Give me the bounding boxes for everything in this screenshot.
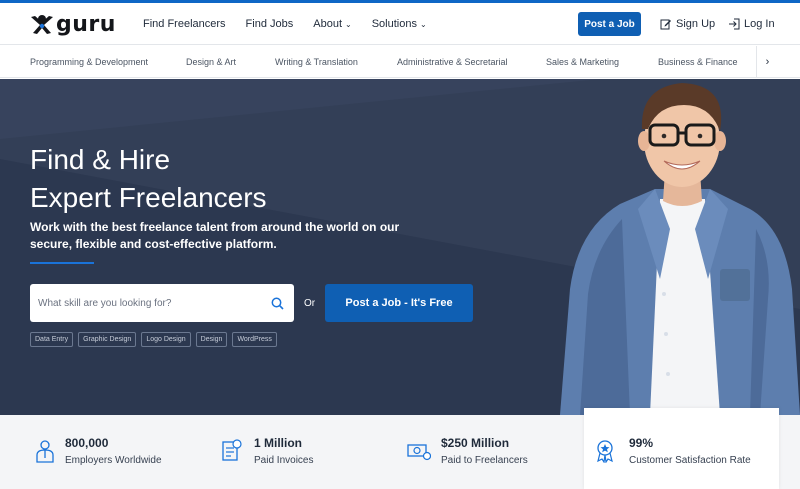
category-programming[interactable]: Programming & Development xyxy=(30,46,148,78)
post-job-free-button[interactable]: Post a Job - It's Free xyxy=(325,284,473,322)
award-icon xyxy=(597,440,613,463)
tag-graphic-design[interactable]: Graphic Design xyxy=(78,332,137,347)
nav-about[interactable]: About ⌄ xyxy=(313,18,351,30)
category-sales[interactable]: Sales & Marketing xyxy=(546,46,619,78)
hero-title-line-2: Expert Freelancers xyxy=(30,182,267,213)
employer-icon xyxy=(36,440,54,463)
hero-subtitle: Work with the best freelance talent from… xyxy=(30,220,400,251)
skill-search-box[interactable] xyxy=(30,284,294,322)
sign-up-link[interactable]: Sign Up xyxy=(660,3,715,45)
stats-bar: 800,000 Employers Worldwide 1 Million Pa… xyxy=(0,408,800,489)
category-business[interactable]: Business & Finance xyxy=(658,46,738,78)
hero-divider xyxy=(30,262,94,264)
logo-text: guru xyxy=(56,11,116,37)
tag-wordpress[interactable]: WordPress xyxy=(232,332,277,347)
stat-value: 99% xyxy=(629,436,654,450)
popular-tags: Data Entry Graphic Design Logo Design De… xyxy=(30,332,282,347)
category-administrative[interactable]: Administrative & Secretarial xyxy=(397,46,508,78)
hero-person-image xyxy=(560,83,800,415)
chevron-down-icon: ⌄ xyxy=(345,19,352,29)
skill-search-input[interactable] xyxy=(38,297,271,309)
log-in-link[interactable]: Log In xyxy=(728,3,775,45)
stat-label: Paid Invoices xyxy=(254,455,314,466)
hero-title-line-1: Find & Hire xyxy=(30,144,171,175)
stat-value: 800,000 xyxy=(65,436,109,450)
chevron-down-icon: ⌄ xyxy=(419,19,427,29)
guru-logo[interactable]: guru xyxy=(30,11,116,37)
nav-label: About xyxy=(313,18,342,30)
logo-mark-icon xyxy=(31,15,53,34)
money-icon xyxy=(407,444,431,461)
or-separator: Or xyxy=(304,297,316,309)
post-job-button[interactable]: Post a Job xyxy=(578,12,641,36)
nav-find-jobs[interactable]: Find Jobs xyxy=(246,18,294,30)
invoice-icon xyxy=(222,439,242,461)
stat-value: $250 Million xyxy=(441,436,510,450)
log-in-label: Log In xyxy=(744,18,775,30)
tag-data-entry[interactable]: Data Entry xyxy=(30,332,74,347)
main-nav: Find Freelancers Find Jobs About ⌄ Soluti… xyxy=(143,3,447,45)
stat-label: Customer Satisfaction Rate xyxy=(629,455,751,466)
sign-up-label: Sign Up xyxy=(676,18,716,30)
hero-section: Find & Hire Expert Freelancers Work with… xyxy=(0,79,800,415)
login-icon xyxy=(729,18,740,30)
category-bar: Programming & Development Design & Art W… xyxy=(0,46,800,78)
nav-solutions[interactable]: Solutions ⌄ xyxy=(372,18,427,30)
nav-label: Find Jobs xyxy=(245,18,294,30)
category-design[interactable]: Design & Art xyxy=(186,46,236,78)
stat-label: Employers Worldwide xyxy=(65,455,162,466)
site-header: guru Find Freelancers Find Jobs About ⌄ S… xyxy=(0,3,800,45)
stat-value: 1 Million xyxy=(254,436,302,450)
nav-find-freelancers[interactable]: Find Freelancers xyxy=(143,18,226,30)
category-writing[interactable]: Writing & Translation xyxy=(275,46,358,78)
stat-label: Paid to Freelancers xyxy=(441,455,528,466)
search-icon[interactable] xyxy=(271,297,284,310)
hero-title: Find & Hire Expert Freelancers xyxy=(30,141,370,217)
nav-label: Solutions xyxy=(371,18,417,30)
nav-label: Find Freelancers xyxy=(143,18,226,30)
edit-icon xyxy=(660,19,671,30)
chevron-right-icon[interactable]: › xyxy=(756,46,778,78)
tag-logo-design[interactable]: Logo Design xyxy=(141,332,191,347)
tag-design[interactable]: Design xyxy=(195,332,228,347)
